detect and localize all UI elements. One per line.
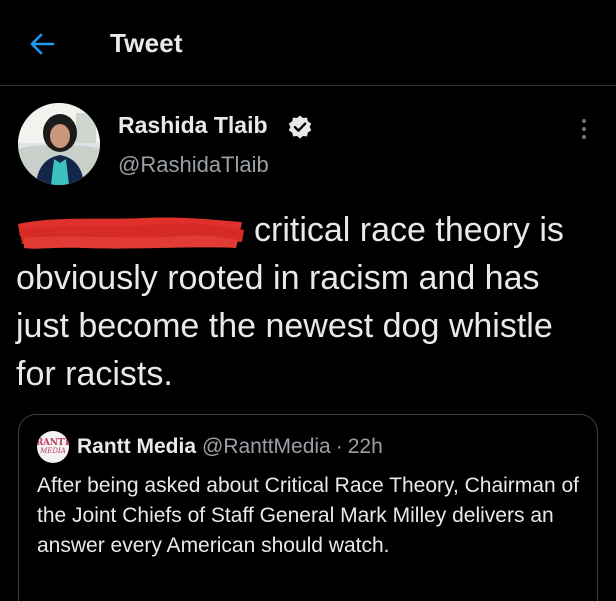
- quoted-author-name[interactable]: Rantt Media: [77, 435, 196, 458]
- top-bar: Tweet: [0, 0, 616, 86]
- page-title: Tweet: [110, 28, 183, 58]
- author-avatar[interactable]: [18, 103, 100, 185]
- quoted-author-avatar[interactable]: RANTT MEDIA: [37, 431, 69, 463]
- back-button[interactable]: [26, 28, 58, 60]
- quoted-tweet-time[interactable]: 22h: [348, 435, 383, 458]
- red-scribble-redaction: [18, 217, 244, 249]
- author-handle[interactable]: @RashidaTlaib: [118, 152, 269, 178]
- verified-badge-icon: [288, 115, 312, 139]
- avatar-image: [18, 103, 100, 185]
- avatar-logo-text: MEDIA: [40, 447, 66, 455]
- quoted-tweet-header: Rantt Media @RanttMedia · 22h: [77, 435, 383, 459]
- more-dot-icon: [582, 127, 586, 131]
- tweet-detail-screen: Tweet Rashida Tlaib @RashidaTlaib critic…: [0, 0, 616, 601]
- more-dot-icon: [582, 135, 586, 139]
- more-options-button[interactable]: [572, 114, 596, 144]
- separator-dot: ·: [335, 435, 343, 458]
- author-name[interactable]: Rashida Tlaib: [118, 112, 268, 139]
- quoted-tweet-card[interactable]: RANTT MEDIA Rantt Media @RanttMedia · 22h A…: [18, 414, 598, 601]
- quoted-author-handle[interactable]: @RanttMedia: [202, 435, 331, 458]
- quoted-tweet-text: After being asked about Critical Race Th…: [37, 474, 579, 557]
- more-dot-icon: [582, 119, 586, 123]
- arrow-left-icon: [30, 33, 55, 55]
